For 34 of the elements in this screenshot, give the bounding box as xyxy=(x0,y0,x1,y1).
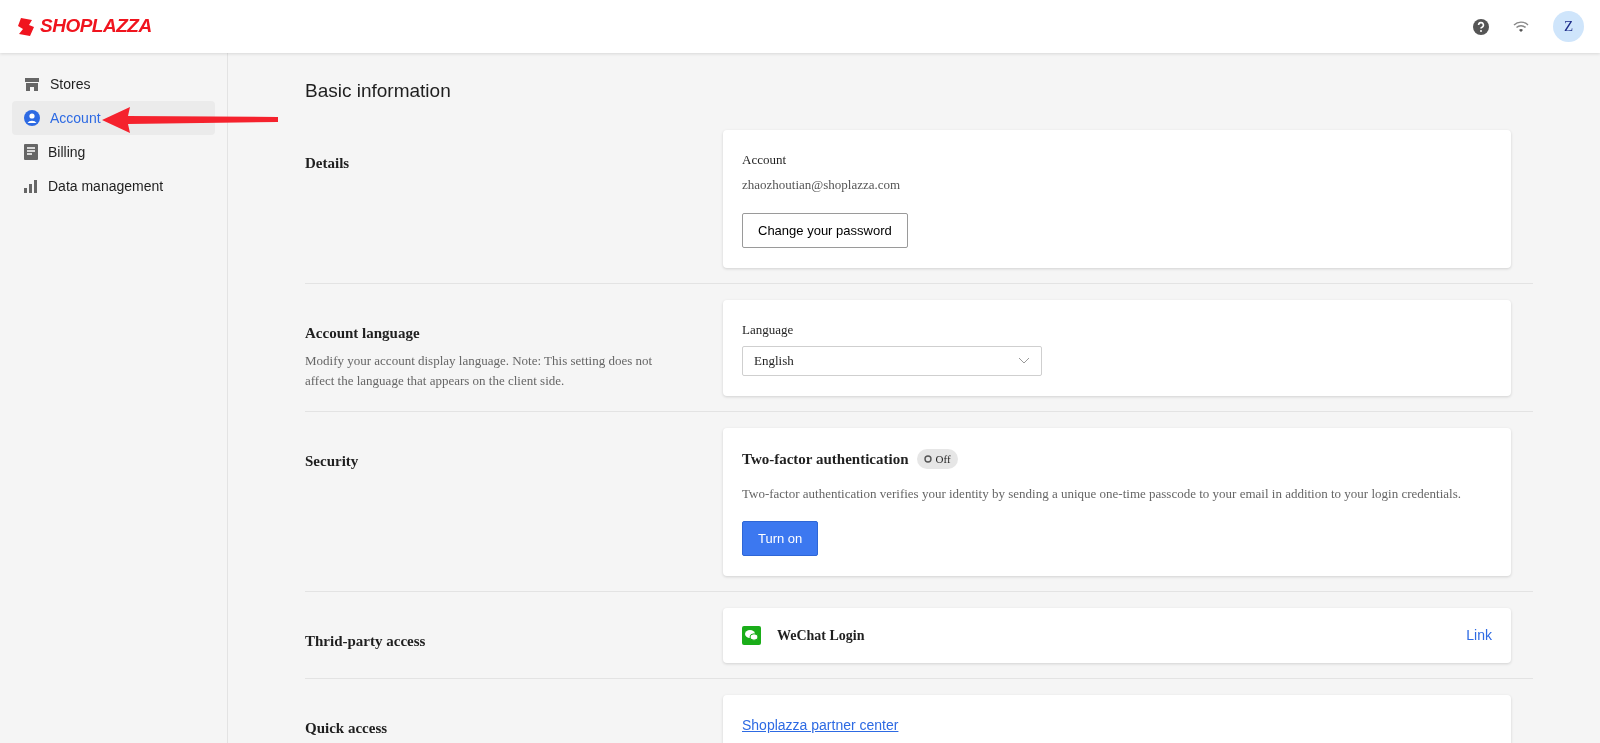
sidebar-item[interactable]: Billing xyxy=(12,135,215,169)
page-title: Basic information xyxy=(305,79,452,103)
user-icon xyxy=(24,110,40,126)
section-title: Quick access xyxy=(305,719,389,739)
chevron-down-icon xyxy=(1018,357,1030,364)
partner-center-link[interactable]: Shoplazza partner center xyxy=(742,717,899,734)
help-icon[interactable] xyxy=(1473,18,1489,35)
sidebar-item[interactable]: Data management xyxy=(12,169,215,203)
card-description: Two-factor authentication verifies your identity by sending a unique one-time passcode to your email in addition to your login credentials. xyxy=(742,485,1462,503)
service-name: WeChat Login xyxy=(777,627,865,646)
status-pill: Off xyxy=(916,448,958,469)
status-dot-icon xyxy=(923,454,932,463)
section-title: Account language xyxy=(305,324,421,343)
turn-on-button[interactable]: Turn on xyxy=(742,520,819,557)
field-label: Language xyxy=(742,321,795,339)
store-icon xyxy=(24,76,40,92)
chat-bubbles-icon xyxy=(742,626,761,646)
bar-chart-icon xyxy=(24,179,38,193)
link-action[interactable]: Link xyxy=(1466,625,1492,647)
logo-text: SHOPLAZZA xyxy=(40,14,152,39)
document-icon xyxy=(24,144,38,160)
wifi-icon[interactable] xyxy=(1513,20,1529,33)
change-password-button[interactable]: Change your password xyxy=(742,212,908,248)
language-select[interactable]: English xyxy=(742,345,1042,376)
card-title: Two-factor authentication xyxy=(742,449,909,469)
field-label: Account xyxy=(742,150,788,169)
section-description: Modify your account display language. Note: This setting does not affect the language that appears on the client side. xyxy=(305,351,654,391)
avatar[interactable]: Z xyxy=(1553,11,1584,42)
logo-icon xyxy=(16,16,36,37)
sidebar-item[interactable]: Stores xyxy=(12,67,215,101)
section-title: Security xyxy=(305,451,360,471)
field-value: zhaozhoutian@shoplazza.com xyxy=(742,176,902,194)
section-title: Details xyxy=(305,153,351,173)
section-title: Thrid-party access xyxy=(305,632,427,652)
